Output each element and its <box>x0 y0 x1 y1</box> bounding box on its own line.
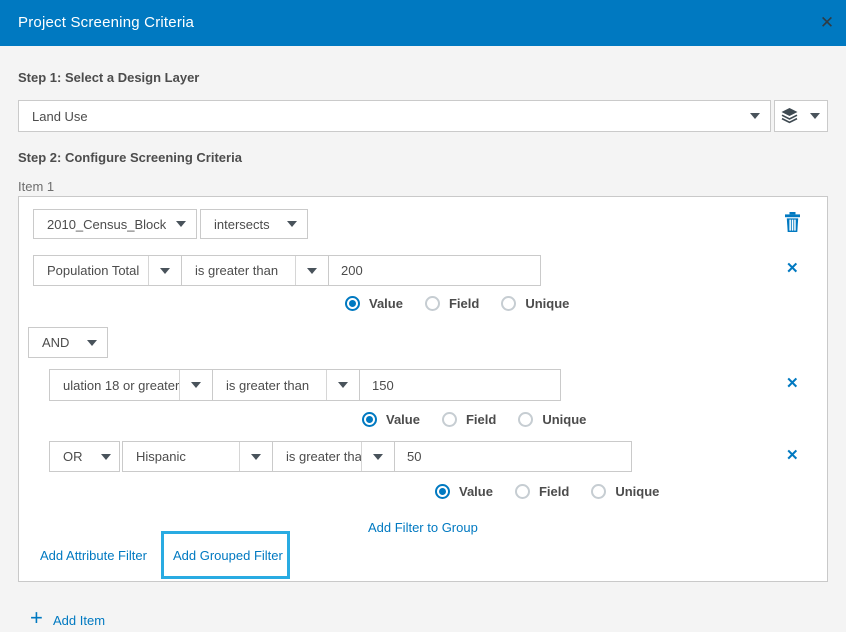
filter3-radio-field[interactable]: Field <box>515 484 569 499</box>
filter3-value-input[interactable] <box>394 441 632 472</box>
group-combiner-value: AND <box>29 335 77 350</box>
remove-filter3-button[interactable]: ✕ <box>786 448 799 463</box>
screening-layer-select[interactable]: 2010_Census_Blocks <box>33 209 197 239</box>
filter2-radio-value[interactable]: Value <box>362 412 420 427</box>
add-attribute-filter-link[interactable]: Add Attribute Filter <box>40 548 147 563</box>
radio-unselected-icon <box>591 484 606 499</box>
chevron-down-icon <box>740 101 770 131</box>
layers-icon <box>775 108 803 124</box>
filter3-radio-unique[interactable]: Unique <box>591 484 659 499</box>
radio-selected-icon <box>345 296 360 311</box>
step1-label: Step 1: Select a Design Layer <box>18 70 199 85</box>
filter3-operator-value: is greater than <box>273 449 361 464</box>
filter2-field-value: ulation 18 or greater <box>50 378 179 393</box>
plus-icon[interactable]: + <box>30 606 43 630</box>
chevron-down-icon <box>277 210 307 238</box>
filter2-mode-radios: Value Field Unique <box>362 412 586 427</box>
chevron-down-icon <box>148 256 181 285</box>
spatial-operator-value: intersects <box>201 217 277 232</box>
radio-unselected-icon <box>501 296 516 311</box>
radio-unselected-icon <box>515 484 530 499</box>
filter1-radio-unique[interactable]: Unique <box>501 296 569 311</box>
delete-item-button[interactable] <box>784 212 801 237</box>
dialog-header: Project Screening Criteria ✕ <box>0 0 846 46</box>
trash-icon <box>784 219 801 236</box>
filter2-operator-value: is greater than <box>213 378 326 393</box>
screening-layer-value: 2010_Census_Blocks <box>34 217 166 232</box>
filter1-field-value: Population Total <box>34 263 148 278</box>
filter2-value-input[interactable] <box>359 369 561 401</box>
design-layer-select[interactable]: Land Use <box>18 100 771 132</box>
filter3-combiner-select[interactable]: OR <box>49 441 120 472</box>
chevron-down-icon <box>326 370 359 400</box>
dialog-title: Project Screening Criteria <box>18 0 194 46</box>
filter3-field-select[interactable]: Hispanic <box>122 441 273 472</box>
radio-selected-icon <box>362 412 377 427</box>
filter3-operator-select[interactable]: is greater than <box>272 441 395 472</box>
close-icon[interactable]: ✕ <box>812 0 842 46</box>
filter3-combiner-value: OR <box>50 449 93 464</box>
design-layer-value: Land Use <box>19 109 740 124</box>
step2-label: Step 2: Configure Screening Criteria <box>18 150 242 165</box>
item1-label: Item 1 <box>18 179 54 194</box>
filter1-field-select[interactable]: Population Total <box>33 255 182 286</box>
chevron-down-icon <box>77 328 107 357</box>
filter2-operator-select[interactable]: is greater than <box>212 369 360 401</box>
radio-unselected-icon <box>425 296 440 311</box>
chevron-down-icon <box>179 370 212 400</box>
filter2-radio-field[interactable]: Field <box>442 412 496 427</box>
spatial-operator-select[interactable]: intersects <box>200 209 308 239</box>
chevron-down-icon <box>361 442 394 471</box>
radio-unselected-icon <box>442 412 457 427</box>
filter3-mode-radios: Value Field Unique <box>435 484 659 499</box>
add-filter-to-group-link[interactable]: Add Filter to Group <box>368 520 478 535</box>
chevron-down-icon <box>93 442 119 471</box>
chevron-down-icon <box>166 210 196 238</box>
filter1-value-input[interactable] <box>328 255 541 286</box>
filter2-field-select[interactable]: ulation 18 or greater <box>49 369 213 401</box>
remove-filter1-button[interactable]: ✕ <box>786 261 799 276</box>
radio-selected-icon <box>435 484 450 499</box>
add-item-link[interactable]: Add Item <box>53 613 105 628</box>
filter1-radio-field[interactable]: Field <box>425 296 479 311</box>
filter3-field-value: Hispanic <box>123 449 239 464</box>
filter1-operator-select[interactable]: is greater than <box>181 255 329 286</box>
radio-unselected-icon <box>518 412 533 427</box>
filter1-mode-radios: Value Field Unique <box>345 296 569 311</box>
project-screening-criteria-dialog: Project Screening Criteria ✕ Step 1: Sel… <box>0 0 846 632</box>
group-combiner-select[interactable]: AND <box>28 327 108 358</box>
add-grouped-filter-highlight <box>161 531 290 579</box>
remove-filter2-button[interactable]: ✕ <box>786 376 799 391</box>
chevron-down-icon <box>803 101 827 131</box>
filter1-radio-value[interactable]: Value <box>345 296 403 311</box>
layer-options-button[interactable] <box>774 100 828 132</box>
chevron-down-icon <box>239 442 272 471</box>
filter2-radio-unique[interactable]: Unique <box>518 412 586 427</box>
filter1-operator-value: is greater than <box>182 263 295 278</box>
chevron-down-icon <box>295 256 328 285</box>
filter3-radio-value[interactable]: Value <box>435 484 493 499</box>
